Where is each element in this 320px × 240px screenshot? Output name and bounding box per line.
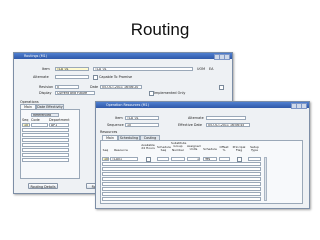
res-row6[interactable] <box>102 182 261 186</box>
res-row1-schedule[interactable]: Yes <box>203 157 217 161</box>
item-field[interactable]: TLA_01 <box>55 67 89 71</box>
col-offset: Offset % <box>219 145 229 153</box>
op-row4[interactable] <box>22 138 69 142</box>
referenced-header: Referenced <box>31 113 59 117</box>
col-setup-type: Setup Type <box>250 145 259 153</box>
sequence-label: Sequence <box>107 123 124 127</box>
op-row1-dept[interactable]: AP1 <box>49 123 69 127</box>
date-label: Date <box>90 85 99 89</box>
display-label: Display <box>39 91 52 95</box>
op-row6[interactable] <box>22 148 69 152</box>
capable-to-promise-label: Capable To Promise <box>99 75 133 79</box>
alternate-field[interactable] <box>55 75 89 79</box>
resources-label: Resources <box>100 130 118 134</box>
op-row2[interactable] <box>22 128 69 132</box>
alternate-label: Alternate <box>188 116 204 120</box>
effective-date-label: Effective Date <box>178 123 202 127</box>
sequence-field[interactable]: 10 <box>125 123 159 127</box>
res-row1-substitute[interactable] <box>171 157 185 161</box>
uom-label: UOM <box>197 67 206 71</box>
res-row1-setup-type[interactable] <box>248 157 261 161</box>
col-principal-flag: Principal Flag <box>232 145 246 153</box>
item-field[interactable]: TLA_01 <box>125 116 159 120</box>
res-row8[interactable] <box>102 192 261 196</box>
col-department: Department <box>49 118 70 122</box>
revision-label: Revision <box>39 85 54 89</box>
item-label: Item <box>115 116 123 120</box>
item-description-field[interactable]: TLA_01 <box>93 67 193 71</box>
uom-value: EA <box>209 67 214 71</box>
implemented-only-label: Implemented Only <box>154 91 186 95</box>
col-seq: Seq <box>102 148 109 152</box>
operation-resources-window: Operation Resources (M1) Item TLA_01 Alt… <box>95 101 310 209</box>
effective-date-field[interactable]: 05-OCT-2011 16:06:45 <box>206 123 250 127</box>
col-available-24-hours: Available 24 Hours <box>141 143 155 151</box>
col-schedule: Schedule <box>203 147 217 151</box>
op-row8[interactable] <box>22 158 69 162</box>
item-label: Item <box>42 67 50 71</box>
date-lov-icon[interactable] <box>219 85 224 90</box>
operations-panel: Referenced Seq Code Department 10 AP1 <box>20 109 80 179</box>
capable-to-promise-checkbox[interactable] <box>93 75 98 80</box>
res-row9[interactable] <box>102 197 261 201</box>
resources-panel: Seq Resource Available 24 Hours Schedule… <box>100 140 303 204</box>
op-row3[interactable] <box>22 133 69 137</box>
op-row5[interactable] <box>22 143 69 147</box>
resources-window-title: Operation Resources (M1) <box>106 103 149 107</box>
res-row1-offset[interactable] <box>219 157 230 161</box>
op-row7[interactable] <box>22 153 69 157</box>
res-row1-resource[interactable]: TLA01 <box>110 157 138 161</box>
col-schedule-seq: Schedule Seq <box>157 145 171 153</box>
res-row3[interactable] <box>102 167 261 171</box>
date-field[interactable]: 05-OCT-2011 16:06:20 <box>100 85 142 89</box>
alternate-label: Alternate <box>33 75 49 79</box>
close-icon[interactable] <box>301 103 307 109</box>
routing-details-button[interactable]: Routing Details <box>28 183 58 189</box>
col-seq: Seq <box>22 118 29 122</box>
res-row1-assigned[interactable]: 1 <box>187 157 200 161</box>
res-row4[interactable] <box>102 172 261 176</box>
op-row1-code[interactable] <box>31 123 48 127</box>
op-row1-seq[interactable]: 10 <box>22 123 30 127</box>
routings-title-bar: Routings (M1) <box>14 53 232 60</box>
slide-title: Routing <box>130 20 190 39</box>
res-row5[interactable] <box>102 177 261 181</box>
alternate-field[interactable] <box>206 116 246 120</box>
close-icon[interactable] <box>224 54 230 60</box>
vertical-scrollbar[interactable] <box>264 157 267 201</box>
col-substitute-group: Substitute Group Number <box>171 141 187 152</box>
res-row2[interactable] <box>102 162 261 166</box>
display-select[interactable]: Current and Future <box>55 91 95 95</box>
revision-field[interactable]: 0 <box>55 85 79 89</box>
res-row7[interactable] <box>102 187 261 191</box>
resources-title-bar: Operation Resources (M1) <box>96 102 309 109</box>
res-row1-schedule-seq[interactable] <box>157 157 169 161</box>
routings-window-title: Routings (M1) <box>24 54 47 58</box>
res-row1-seq[interactable]: 10 <box>102 157 109 161</box>
col-assigned-units: Assigned Units <box>187 144 201 152</box>
col-resource: Resource <box>114 148 128 152</box>
col-code: Code <box>31 118 40 122</box>
